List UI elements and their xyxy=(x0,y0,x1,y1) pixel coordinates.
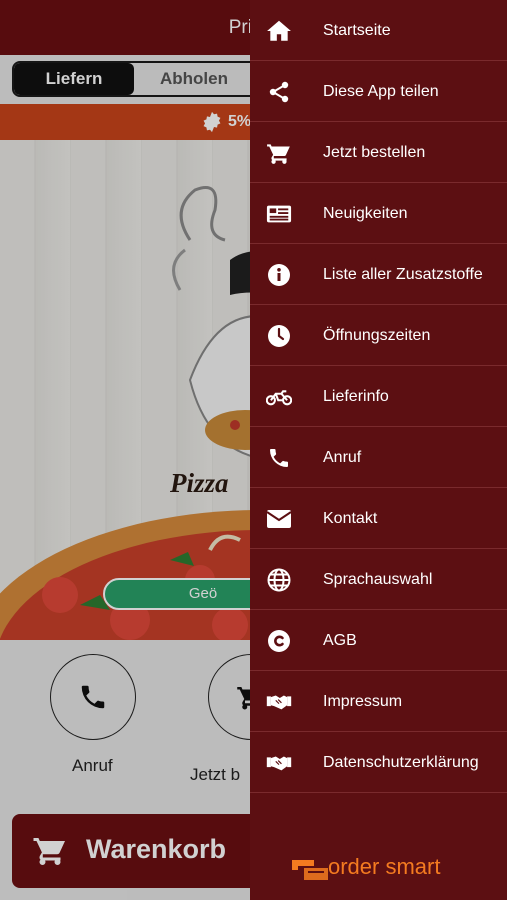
cart-icon xyxy=(266,140,292,166)
menu-item-label: Neuigkeiten xyxy=(323,205,408,222)
menu-item-language[interactable]: Sprachauswahl xyxy=(250,549,507,610)
order-smart-logo-text: order smart xyxy=(328,854,441,879)
menu-item-startseite[interactable]: Startseite xyxy=(250,0,507,61)
menu-item-label: Startseite xyxy=(323,22,391,39)
menu-item-additives[interactable]: Liste aller Zusatzstoffe xyxy=(250,244,507,305)
handshake-icon xyxy=(266,750,292,776)
menu-item-imprint[interactable]: Impressum xyxy=(250,671,507,732)
menu-item-label: Anruf xyxy=(323,449,362,466)
menu-item-contact[interactable]: Kontakt xyxy=(250,488,507,549)
menu-item-label: Lieferinfo xyxy=(323,388,389,405)
menu-item-label: Liste aller Zusatzstoffe xyxy=(323,266,483,283)
navigation-drawer: Startseite Diese App teilen Jetzt bestel… xyxy=(250,0,507,900)
menu-item-label: Diese App teilen xyxy=(323,83,439,100)
handshake-icon xyxy=(266,689,292,715)
menu-item-label: Datenschutzerklärung xyxy=(323,754,479,771)
menu-item-call[interactable]: Anruf xyxy=(250,427,507,488)
info-icon xyxy=(266,262,292,288)
share-icon xyxy=(266,79,292,105)
menu-item-label: Öffnungszeiten xyxy=(323,327,431,344)
menu-item-label: Kontakt xyxy=(323,510,378,527)
menu-item-privacy[interactable]: Datenschutzerklärung xyxy=(250,732,507,793)
menu-item-delivery-info[interactable]: Lieferinfo xyxy=(250,366,507,427)
menu-item-label: Jetzt bestellen xyxy=(323,144,426,161)
mail-icon xyxy=(266,506,292,532)
order-smart-logo-icon xyxy=(292,860,328,880)
menu-item-label: AGB xyxy=(323,632,357,649)
menu-item-news[interactable]: Neuigkeiten xyxy=(250,183,507,244)
menu-item-terms[interactable]: AGB xyxy=(250,610,507,671)
motorbike-icon xyxy=(266,384,292,410)
news-icon xyxy=(266,201,292,227)
menu-item-label: Sprachauswahl xyxy=(323,571,433,588)
clock-icon xyxy=(266,323,292,349)
globe-icon xyxy=(266,567,292,593)
menu-item-order-now[interactable]: Jetzt bestellen xyxy=(250,122,507,183)
menu-item-label: Impressum xyxy=(323,693,403,710)
menu-item-share[interactable]: Diese App teilen xyxy=(250,61,507,122)
menu-item-opening-hours[interactable]: Öffnungszeiten xyxy=(250,305,507,366)
home-icon xyxy=(266,18,292,44)
copyright-icon xyxy=(266,628,292,654)
phone-icon xyxy=(266,445,292,471)
